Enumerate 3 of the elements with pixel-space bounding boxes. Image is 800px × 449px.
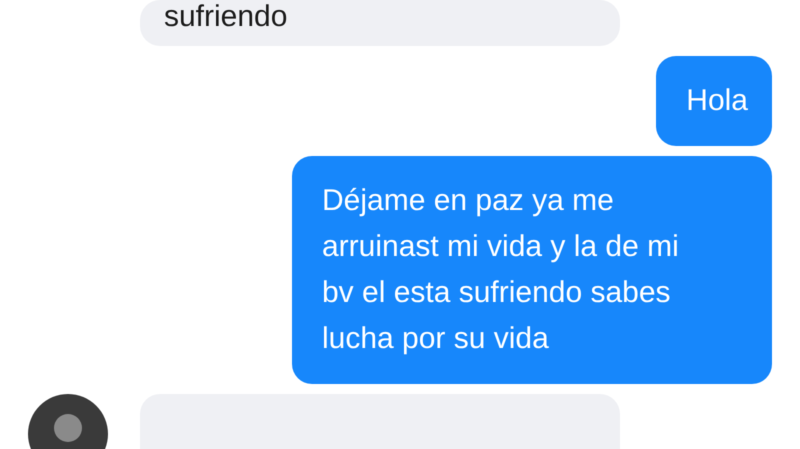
message-bubble: sufriendo [140, 0, 620, 46]
message-bubble: Déjame en paz ya me arruinast mi vida y la de mi bv el esta sufriendo sabes lucha por su vida [292, 156, 772, 384]
message-bubble: Hola [656, 56, 772, 146]
